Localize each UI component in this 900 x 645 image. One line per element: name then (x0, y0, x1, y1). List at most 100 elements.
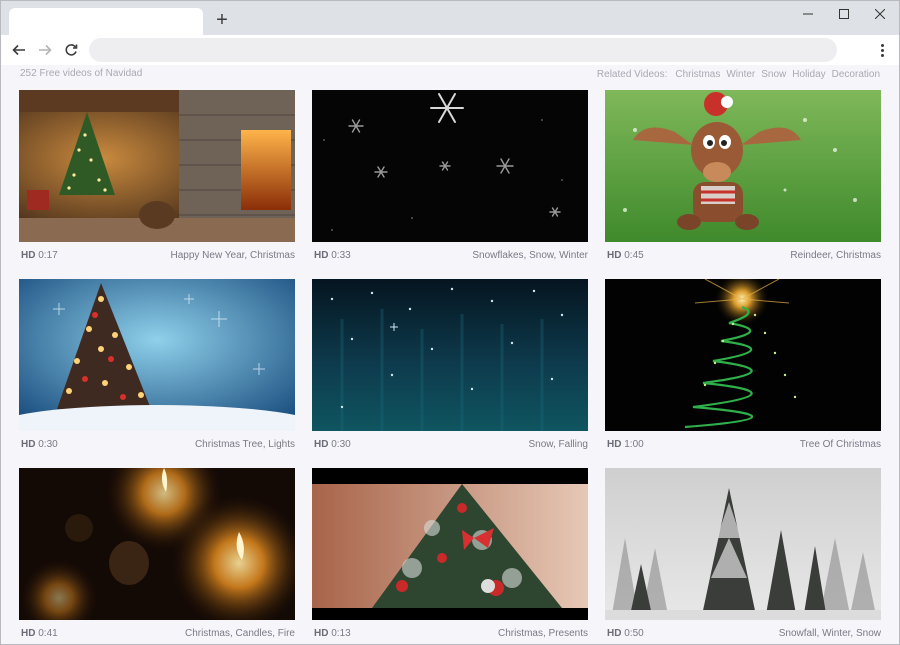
active-tab[interactable] (9, 8, 203, 36)
christmas-tree-image (19, 279, 295, 431)
video-tags[interactable]: Snowflakes, Snow, Winter (472, 250, 588, 261)
video-card: HD 0:50 Snowfall, Winter, Snow (605, 468, 881, 639)
close-icon (875, 9, 885, 19)
video-duration: 0:30 (331, 439, 351, 450)
video-thumbnail-snow-falling[interactable] (312, 279, 588, 431)
video-thumbnail-tree-of-christmas[interactable] (605, 279, 881, 431)
video-thumbnail-christmas-tree-lights[interactable] (19, 279, 295, 431)
video-meta: HD 0:33 Snowflakes, Snow, Winter (312, 250, 588, 264)
video-thumbnail-candles[interactable] (19, 468, 295, 620)
menu-dot (880, 53, 884, 57)
video-thumbnail-snowfall[interactable] (605, 468, 881, 620)
video-duration: 0:45 (624, 250, 644, 261)
arrow-left-icon (12, 44, 25, 56)
address-bar[interactable] (89, 38, 837, 62)
arrow-right-icon (39, 44, 52, 56)
reload-icon (65, 44, 78, 56)
video-thumbnail-presents[interactable] (312, 468, 588, 620)
video-duration: 0:17 (38, 250, 58, 261)
video-duration-row: HD 1:00 (607, 439, 644, 450)
snowflakes-image (312, 90, 588, 242)
video-duration: 0:33 (331, 250, 351, 261)
video-duration-row: HD 0:13 (314, 628, 351, 639)
video-card: HD 0:33 Snowflakes, Snow, Winter (312, 90, 588, 261)
candles-image (19, 468, 295, 620)
results-count: 252 Free videos of Navidad (20, 68, 143, 79)
hd-badge: HD (607, 439, 622, 450)
hd-badge: HD (21, 628, 36, 639)
related-label: Related Videos: (596, 69, 668, 80)
related-link-snow[interactable]: Snow (761, 69, 786, 80)
video-thumbnail-snowflakes[interactable] (312, 90, 588, 242)
video-duration: 0:13 (331, 628, 351, 639)
hd-badge: HD (314, 250, 329, 261)
video-card: HD 0:17 Happy New Year, Christmas (19, 90, 295, 261)
video-tags[interactable]: Christmas, Candles, Fire (185, 628, 295, 639)
video-tags[interactable]: Snow, Falling (529, 439, 588, 450)
hd-badge: HD (314, 628, 329, 639)
presents-tree-image (312, 468, 588, 620)
reload-button[interactable] (61, 40, 81, 60)
video-card: HD 0:30 Christmas Tree, Lights (19, 279, 295, 450)
related-link-decoration[interactable]: Decoration (832, 69, 880, 80)
tab-strip: + (1, 1, 899, 36)
video-meta: HD 0:41 Christmas, Candles, Fire (19, 628, 295, 642)
video-tags[interactable]: Happy New Year, Christmas (170, 250, 295, 261)
back-button[interactable] (9, 40, 29, 60)
kebab-menu-icon (880, 43, 884, 47)
video-duration-row: HD 0:30 (21, 439, 58, 450)
video-card: HD 0:41 Christmas, Candles, Fire (19, 468, 295, 639)
video-card: HD 1:00 Tree Of Christmas (605, 279, 881, 450)
related-videos: Related Videos: Christmas Winter Snow Ho… (597, 69, 880, 80)
video-duration-row: HD 0:17 (21, 250, 58, 261)
video-meta: HD 0:45 Reindeer, Christmas (605, 250, 881, 264)
hd-badge: HD (607, 628, 622, 639)
video-card: HD 0:13 Christmas, Presents (312, 468, 588, 639)
video-tags[interactable]: Tree Of Christmas (800, 439, 881, 450)
snow-falling-image (312, 279, 588, 431)
video-meta: HD 0:13 Christmas, Presents (312, 628, 588, 642)
video-duration-row: HD 0:45 (607, 250, 644, 261)
video-duration-row: HD 0:50 (607, 628, 644, 639)
video-duration: 0:30 (38, 439, 58, 450)
video-duration-row: HD 0:33 (314, 250, 351, 261)
video-tags[interactable]: Snowfall, Winter, Snow (779, 628, 881, 639)
video-thumbnail-reindeer[interactable] (605, 90, 881, 242)
minimize-icon (803, 13, 813, 15)
video-meta: HD 0:30 Snow, Falling (312, 439, 588, 453)
video-duration-row: HD 0:41 (21, 628, 58, 639)
menu-dot (880, 48, 884, 52)
hd-badge: HD (21, 250, 36, 261)
related-link-christmas[interactable]: Christmas (675, 69, 720, 80)
video-meta: HD 0:50 Snowfall, Winter, Snow (605, 628, 881, 642)
video-duration: 0:50 (624, 628, 644, 639)
browser-window: + 252 Free videos of Navidad Related Vid… (0, 0, 900, 645)
video-card: HD 0:45 Reindeer, Christmas (605, 90, 881, 261)
snowy-forest-image (605, 468, 881, 620)
video-tags[interactable]: Christmas Tree, Lights (195, 439, 295, 450)
video-tags[interactable]: Reindeer, Christmas (790, 250, 881, 261)
spiral-tree-image (605, 279, 881, 431)
related-link-winter[interactable]: Winter (726, 69, 755, 80)
hd-badge: HD (314, 439, 329, 450)
hd-badge: HD (607, 250, 622, 261)
video-duration: 0:41 (38, 628, 58, 639)
reindeer-image (605, 90, 881, 242)
fireplace-image (19, 90, 295, 242)
video-meta: HD 1:00 Tree Of Christmas (605, 439, 881, 453)
close-window-button[interactable] (857, 1, 899, 27)
video-thumbnail-fireplace[interactable] (19, 90, 295, 242)
kebab-menu-button[interactable] (873, 40, 891, 60)
browser-toolbar (1, 35, 899, 65)
video-duration-row: HD 0:30 (314, 439, 351, 450)
new-tab-button[interactable]: + (213, 10, 231, 30)
video-meta: HD 0:30 Christmas Tree, Lights (19, 439, 295, 453)
video-card: HD 0:30 Snow, Falling (312, 279, 588, 450)
related-link-holiday[interactable]: Holiday (792, 69, 825, 80)
video-tags[interactable]: Christmas, Presents (498, 628, 588, 639)
forward-button[interactable] (35, 40, 55, 60)
hd-badge: HD (21, 439, 36, 450)
video-duration: 1:00 (624, 439, 644, 450)
video-meta: HD 0:17 Happy New Year, Christmas (19, 250, 295, 264)
maximize-icon (839, 9, 849, 19)
